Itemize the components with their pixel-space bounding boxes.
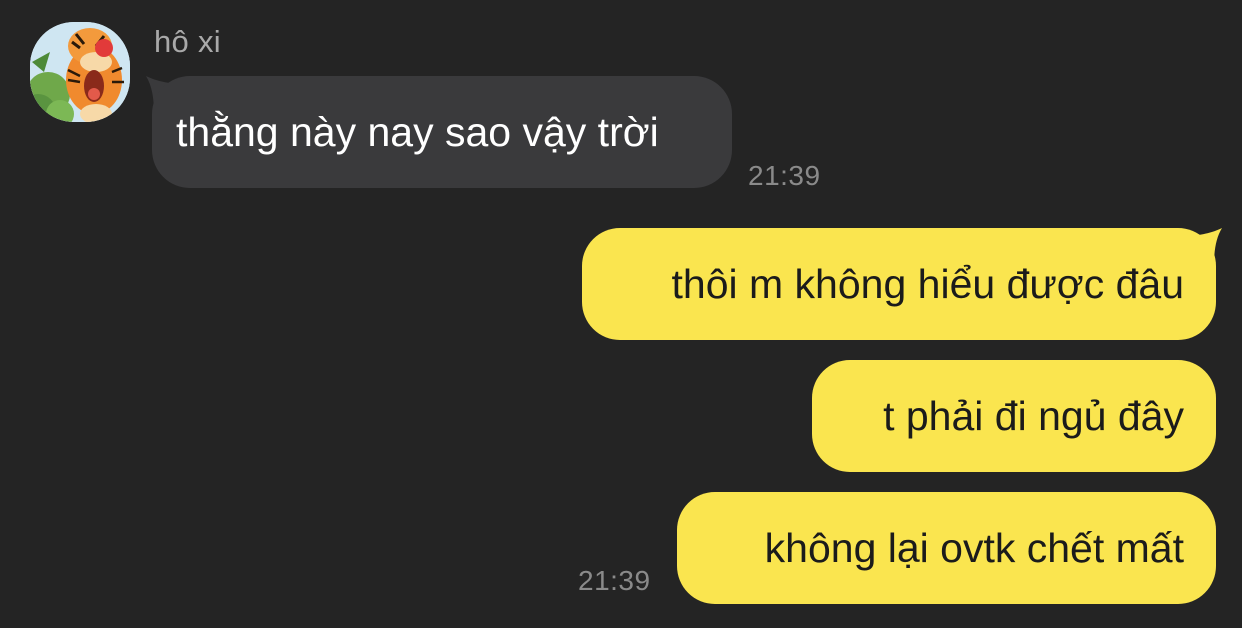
sender-name: hô xi	[154, 24, 221, 59]
outgoing-message-text: không lại ovtk chết mất	[764, 524, 1184, 571]
outgoing-message-text: thôi m không hiểu được đâu	[671, 260, 1184, 307]
contact-avatar[interactable]	[30, 22, 130, 122]
outgoing-message-bubble[interactable]: không lại ovtk chết mất	[677, 492, 1216, 604]
incoming-timestamp: 21:39	[748, 160, 821, 191]
outgoing-message-text: t phải đi ngủ đây	[883, 392, 1184, 439]
tigger-avatar-icon	[30, 22, 130, 122]
incoming-message-bubble[interactable]: thằng này nay sao vậy trời	[152, 76, 732, 188]
incoming-message-text: thằng này nay sao vậy trời	[176, 108, 659, 155]
outgoing-message-bubble[interactable]: thôi m không hiểu được đâu	[582, 228, 1216, 340]
outgoing-timestamp: 21:39	[578, 565, 651, 596]
outgoing-message-bubble[interactable]: t phải đi ngủ đây	[812, 360, 1216, 472]
